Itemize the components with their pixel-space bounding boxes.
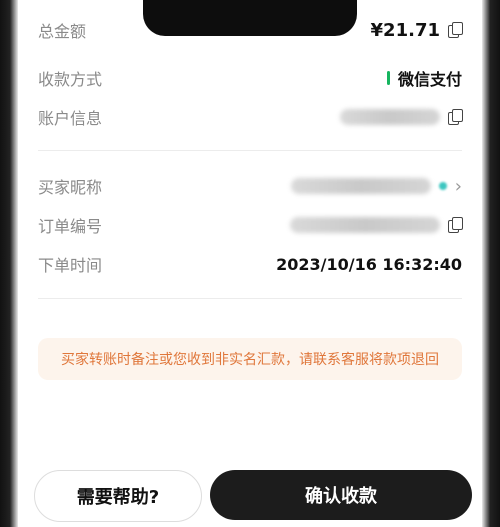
- need-help-label: 需要帮助?: [76, 487, 160, 508]
- payment-method-value: 微信支付: [397, 70, 462, 89]
- wechat-indicator-icon: [386, 71, 390, 85]
- account-info-row: 账户信息: [38, 104, 463, 130]
- buyer-nickname-row[interactable]: 买家昵称 ›: [38, 173, 462, 199]
- copy-icon[interactable]: [448, 22, 463, 38]
- payment-method-row: 收款方式 微信支付: [38, 65, 462, 91]
- order-number-redacted: [290, 217, 440, 233]
- avatar: [438, 182, 447, 190]
- buyer-nickname-value-group: ›: [290, 175, 462, 197]
- buyer-nickname-label: 买家昵称: [38, 178, 103, 197]
- order-number-value-group: [290, 217, 463, 233]
- total-amount-value: ¥21.71: [370, 19, 440, 41]
- account-info-redacted: [340, 109, 440, 125]
- total-amount-value-group: ¥21.71: [370, 19, 463, 41]
- total-amount-row: 总金额 ¥21.71: [38, 17, 463, 43]
- payment-method-value-group: 微信支付: [386, 66, 462, 90]
- order-time-label: 下单时间: [38, 256, 103, 275]
- refund-notice-text: 买家转账时备注或您收到非实名汇款，请联系客服将款项退回: [61, 352, 439, 368]
- phone-bezel-left: [0, 0, 18, 527]
- buyer-nickname-redacted: [290, 178, 431, 194]
- order-number-label: 订单编号: [38, 217, 103, 236]
- payment-method-label: 收款方式: [38, 70, 103, 89]
- order-time-row: 下单时间 2023/10/16 16:32:40: [38, 251, 462, 277]
- order-time-value: 2023/10/16 16:32:40: [276, 254, 462, 274]
- phone-bezel-right: [482, 0, 500, 527]
- refund-notice: 买家转账时备注或您收到非实名汇款，请联系客服将款项退回: [38, 338, 462, 380]
- copy-icon[interactable]: [448, 109, 463, 125]
- chevron-right-icon: ›: [454, 175, 462, 197]
- account-info-value-group: [340, 109, 463, 125]
- total-amount-label: 总金额: [38, 22, 87, 41]
- confirm-receipt-label: 确认收款: [305, 486, 377, 507]
- account-info-label: 账户信息: [38, 109, 103, 128]
- need-help-button[interactable]: 需要帮助?: [34, 470, 202, 522]
- order-number-row: 订单编号: [38, 212, 463, 238]
- confirm-receipt-button[interactable]: 确认收款: [210, 470, 472, 520]
- section-divider: [38, 150, 462, 151]
- section-divider: [38, 298, 462, 299]
- copy-icon[interactable]: [448, 217, 463, 233]
